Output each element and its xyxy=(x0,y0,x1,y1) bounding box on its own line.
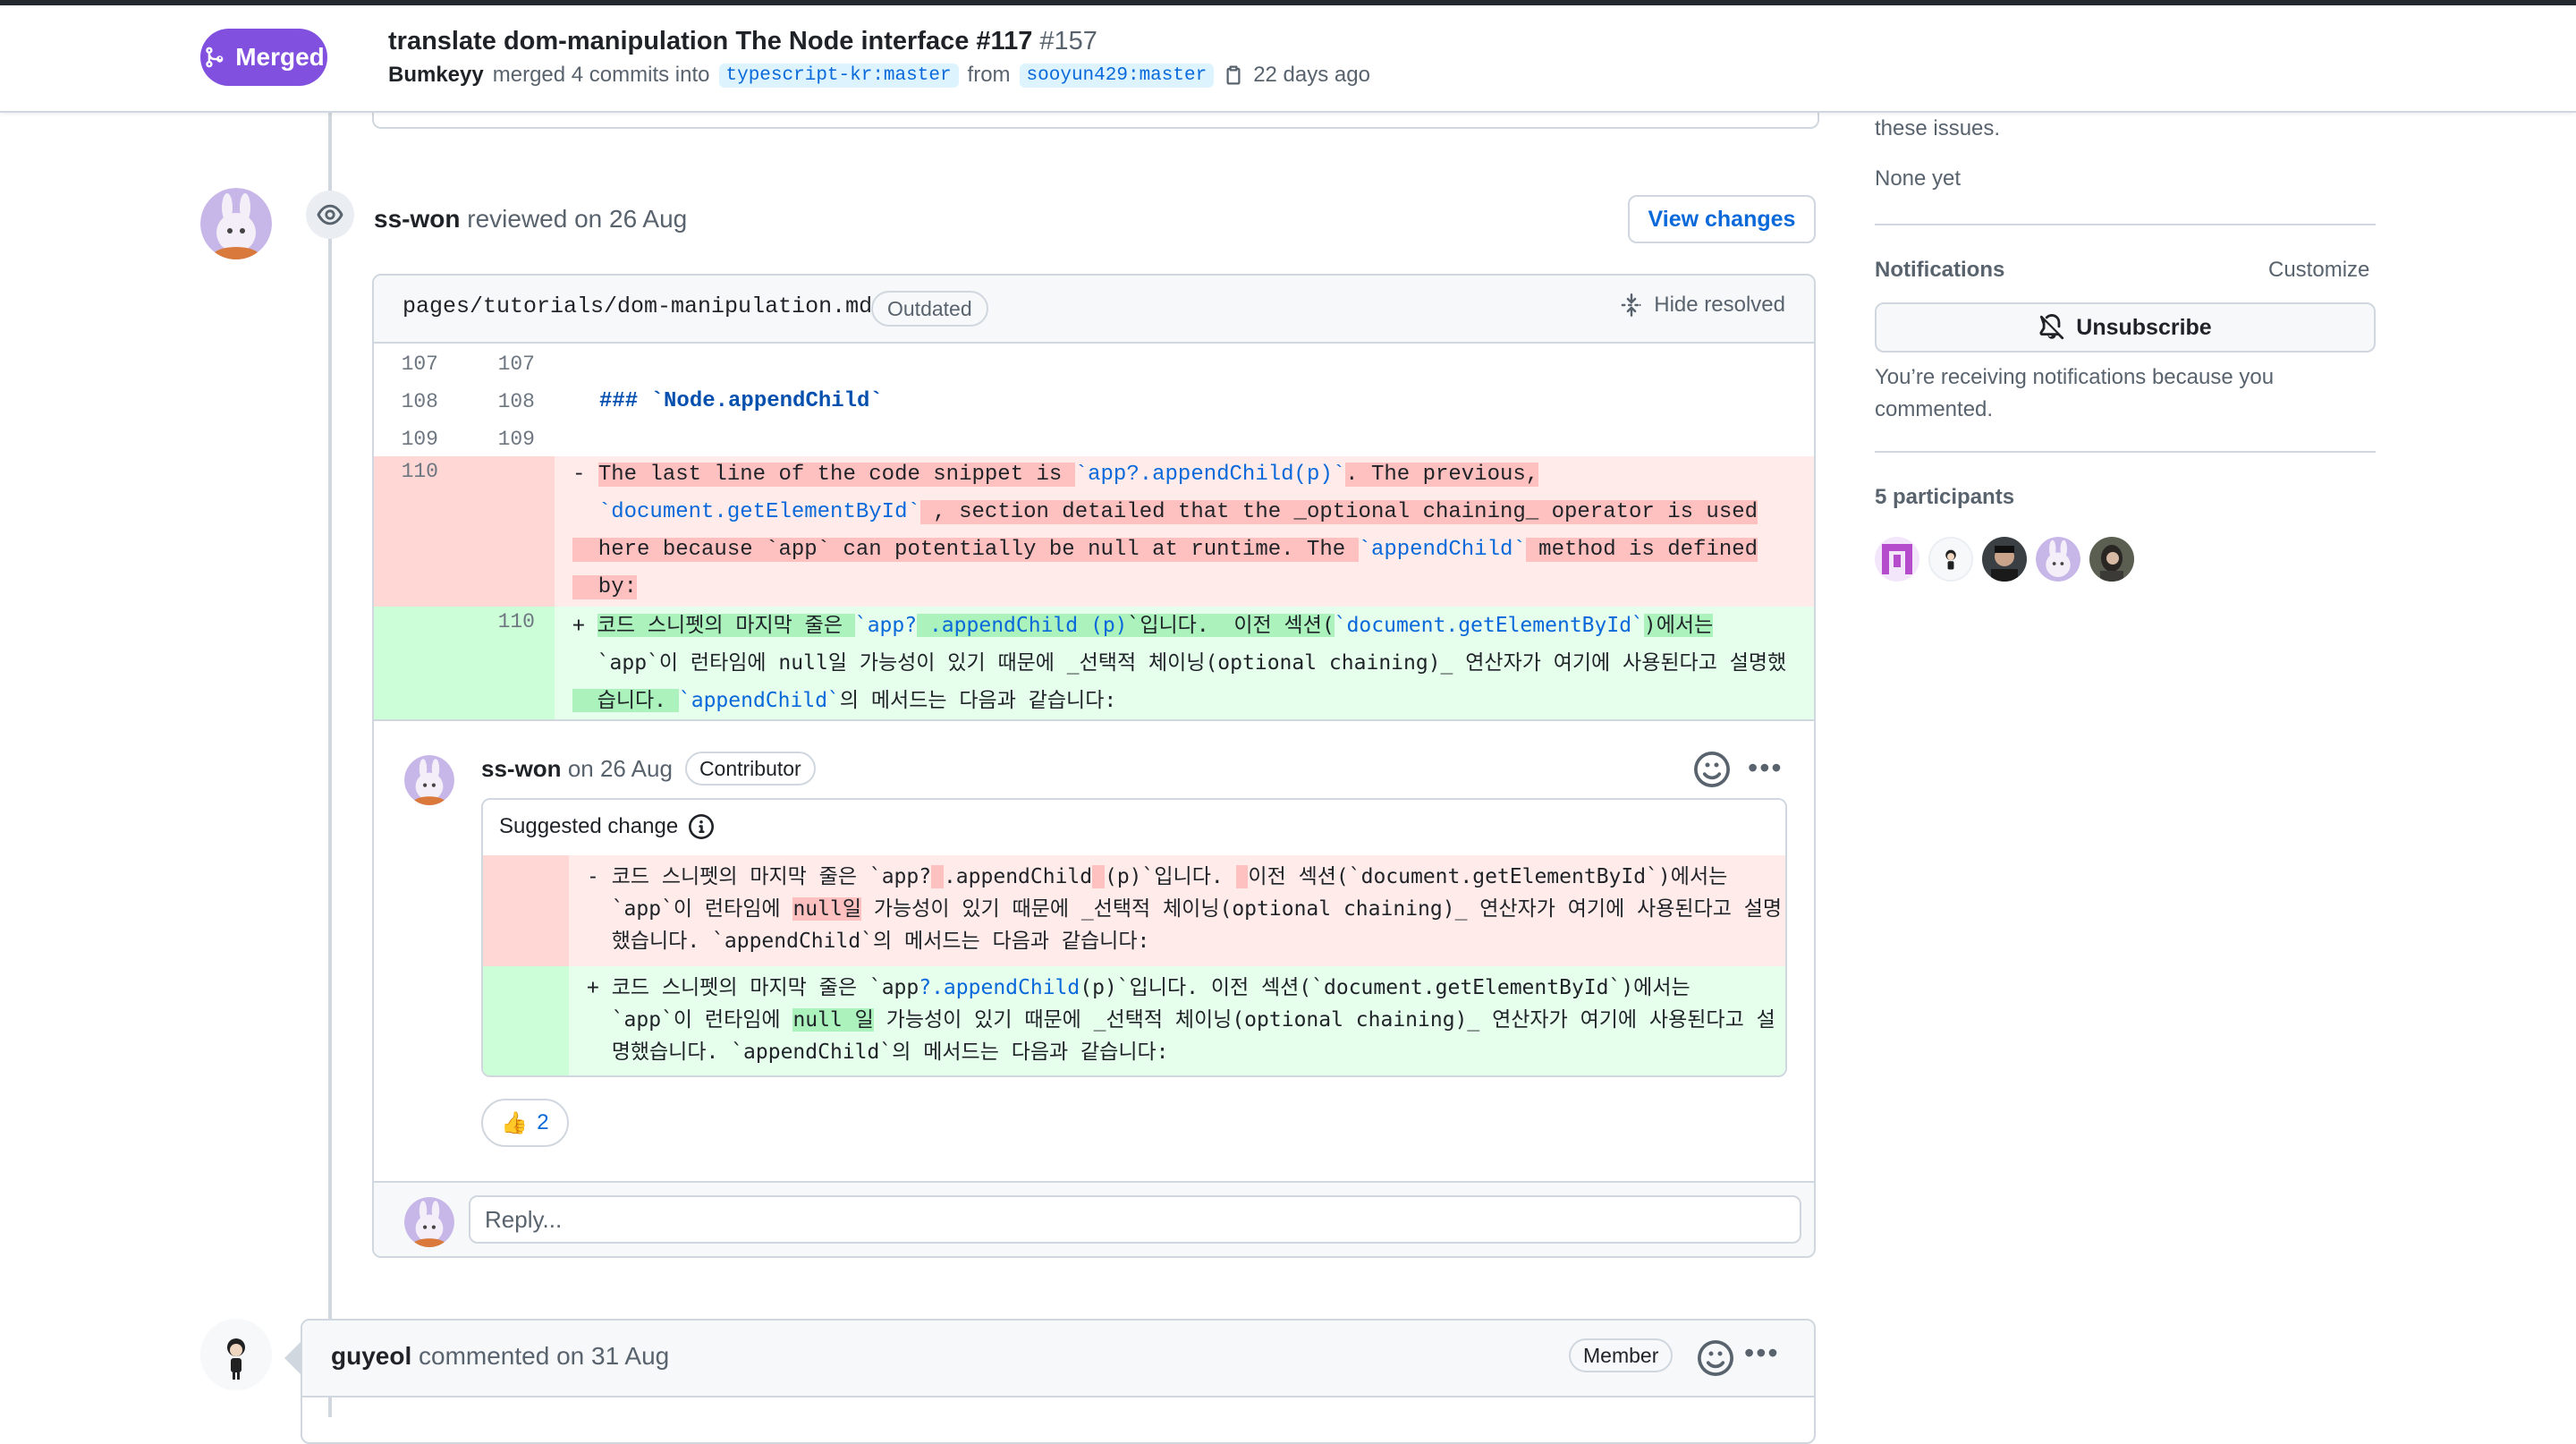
guyeol-comment-date[interactable]: commented on 31 Aug xyxy=(419,1342,669,1370)
current-user-avatar xyxy=(404,1197,454,1247)
suggestion-deleted: - 코드 스니펫의 마지막 줄은 `app? .appendChild (p)`… xyxy=(483,855,1785,966)
timeline-line xyxy=(328,111,332,1417)
old-line-number[interactable]: 110 xyxy=(395,460,438,483)
suggestion-added: + 코드 스니펫의 마지막 줄은 `app?.appendChild(p)`입니… xyxy=(483,966,1785,1075)
old-line-number[interactable]: 109 xyxy=(395,428,438,451)
participant-avatar[interactable] xyxy=(1875,537,1919,582)
notifications-title: Notifications xyxy=(1875,258,2005,282)
kebab-menu-icon[interactable]: ••• xyxy=(1744,1337,1780,1370)
eye-icon xyxy=(306,191,354,239)
thumbs-up-icon: 👍 xyxy=(501,1110,529,1135)
suggested-change-header: Suggested change xyxy=(483,800,1785,857)
review-thread-box: pages/tutorials/dom-manipulation.md Outd… xyxy=(372,274,1816,1258)
deleted-code: - The last line of the code snippet is `… xyxy=(572,463,1539,487)
diff-code: ### `Node.appendChild` xyxy=(599,389,883,413)
pr-sticky-header: Merged translate dom-manipulation The No… xyxy=(0,5,2576,113)
hide-resolved-button[interactable]: Hide resolved xyxy=(1620,293,1785,318)
added-code: 습니다. `appendChild`의 메서드는 다음과 같습니다: xyxy=(572,689,1117,712)
review-header: ss-won reviewed on 26 Aug xyxy=(374,205,687,234)
added-code: `app`이 런타임에 null일 가능성이 있기 때문에 _선택적 체이닝(o… xyxy=(572,651,1787,675)
unsubscribe-button[interactable]: Unsubscribe xyxy=(1875,302,2376,353)
review-action: reviewed xyxy=(467,205,568,233)
suggested-change-label: Suggested change xyxy=(499,814,679,838)
guyeol-comment-box: guyeol commented on 31 Aug Member ••• xyxy=(301,1319,1816,1444)
merged-text: merged 4 commits into xyxy=(492,63,710,87)
head-branch[interactable]: sooyun429:master xyxy=(1019,63,1215,88)
reaction-count: 2 xyxy=(537,1110,549,1134)
file-path[interactable]: pages/tutorials/dom-manipulation.md xyxy=(402,293,872,319)
thumbs-up-reaction[interactable]: 👍 2 xyxy=(481,1099,569,1147)
participants-title: 5 participants xyxy=(1875,485,2015,509)
guyeol-avatar[interactable] xyxy=(200,1319,272,1390)
participant-avatar[interactable] xyxy=(1982,537,2027,582)
member-badge: Member xyxy=(1569,1338,1674,1372)
customize-link[interactable]: Customize xyxy=(2268,258,2369,283)
participant-avatar[interactable] xyxy=(2036,537,2080,582)
comment-date[interactable]: on 26 Aug xyxy=(568,755,673,782)
comment-author[interactable]: ss-won xyxy=(481,755,562,782)
outdated-badge: Outdated xyxy=(871,291,988,327)
old-line-number[interactable]: 107 xyxy=(395,353,438,376)
deleted-lines: 110 - The last line of the code snippet … xyxy=(374,456,1814,607)
smiley-icon[interactable] xyxy=(1694,752,1730,787)
from-text: from xyxy=(967,63,1011,87)
pr-merge-info: Bumkeyy merged 4 commits into typescript… xyxy=(388,63,1370,88)
pr-title-text[interactable]: translate dom-manipulation The Node inte… xyxy=(388,27,1032,55)
merged-label: Merged xyxy=(235,43,325,71)
ss-won-avatar[interactable] xyxy=(200,188,272,259)
sidebar-divider xyxy=(1875,451,2376,453)
guyeol-username[interactable]: guyeol xyxy=(331,1342,411,1370)
info-icon[interactable] xyxy=(689,814,715,839)
smiley-icon[interactable] xyxy=(1698,1340,1733,1376)
old-line-number[interactable]: 108 xyxy=(395,390,438,413)
comment-header: ss-won on 26 Aug Contributor xyxy=(481,752,816,786)
sidebar-divider xyxy=(1875,224,2376,225)
deleted-code: `document.getElementById` , section deta… xyxy=(597,500,1758,524)
file-header: pages/tutorials/dom-manipulation.md Outd… xyxy=(374,276,1814,344)
linked-issues-text: these issues. xyxy=(1875,116,2001,140)
bell-slash-icon xyxy=(2039,314,2064,340)
new-line-number[interactable]: 107 xyxy=(492,353,535,376)
diff-line: 109 109 xyxy=(374,420,1814,458)
deleted-code: by: xyxy=(572,575,638,599)
pr-title[interactable]: translate dom-manipulation The Node inte… xyxy=(388,27,1097,56)
new-line-number[interactable]: 108 xyxy=(492,390,535,413)
new-line-number[interactable]: 110 xyxy=(492,610,535,633)
hide-resolved-label: Hide resolved xyxy=(1654,293,1785,317)
reviewer-username[interactable]: ss-won xyxy=(374,205,460,233)
diff-line: 108 108 ### `Node.appendChild` xyxy=(374,383,1814,420)
git-merge-icon xyxy=(206,47,224,68)
merger-username[interactable]: Bumkeyy xyxy=(388,63,484,88)
comment-pointer xyxy=(284,1342,301,1374)
base-branch[interactable]: typescript-kr:master xyxy=(718,63,959,88)
suggested-change-box: Suggested change - 코드 스니펫의 마지막 줄은 `app? … xyxy=(481,798,1787,1077)
pr-number: #157 xyxy=(1039,27,1097,55)
new-line-number[interactable]: 109 xyxy=(492,428,535,451)
added-code: + 코드 스니펫의 마지막 줄은 `app? .appendChild (p)`… xyxy=(572,614,1714,637)
ss-won-avatar[interactable] xyxy=(404,755,454,805)
previous-comment-box-bottom xyxy=(372,111,1819,129)
guyeol-comment-header: guyeol commented on 31 Aug Member ••• xyxy=(302,1321,1814,1397)
copy-icon[interactable] xyxy=(1223,64,1244,86)
merge-time: 22 days ago xyxy=(1253,63,1370,87)
fold-icon xyxy=(1621,293,1641,317)
milestone-none: None yet xyxy=(1875,166,1962,191)
participant-avatar[interactable] xyxy=(2089,537,2134,582)
merged-status-badge: Merged xyxy=(200,29,327,86)
unsubscribe-label: Unsubscribe xyxy=(2076,314,2212,340)
contributor-badge: Contributor xyxy=(684,752,816,786)
review-date[interactable]: on 26 Aug xyxy=(574,205,687,233)
added-lines: 110 + 코드 스니펫의 마지막 줄은 `app? .appendChild … xyxy=(374,607,1814,721)
participant-avatar[interactable] xyxy=(1928,537,1973,582)
diff-line: 107 107 xyxy=(374,345,1814,383)
view-changes-button[interactable]: View changes xyxy=(1628,195,1816,243)
deleted-code: here because `app` can potentially be nu… xyxy=(572,538,1758,562)
reply-input[interactable]: Reply... xyxy=(469,1195,1801,1244)
reply-area: Reply... xyxy=(374,1181,1814,1256)
kebab-menu-icon[interactable]: ••• xyxy=(1748,752,1784,785)
notifications-description: You’re receiving notifications because y… xyxy=(1875,365,2275,421)
